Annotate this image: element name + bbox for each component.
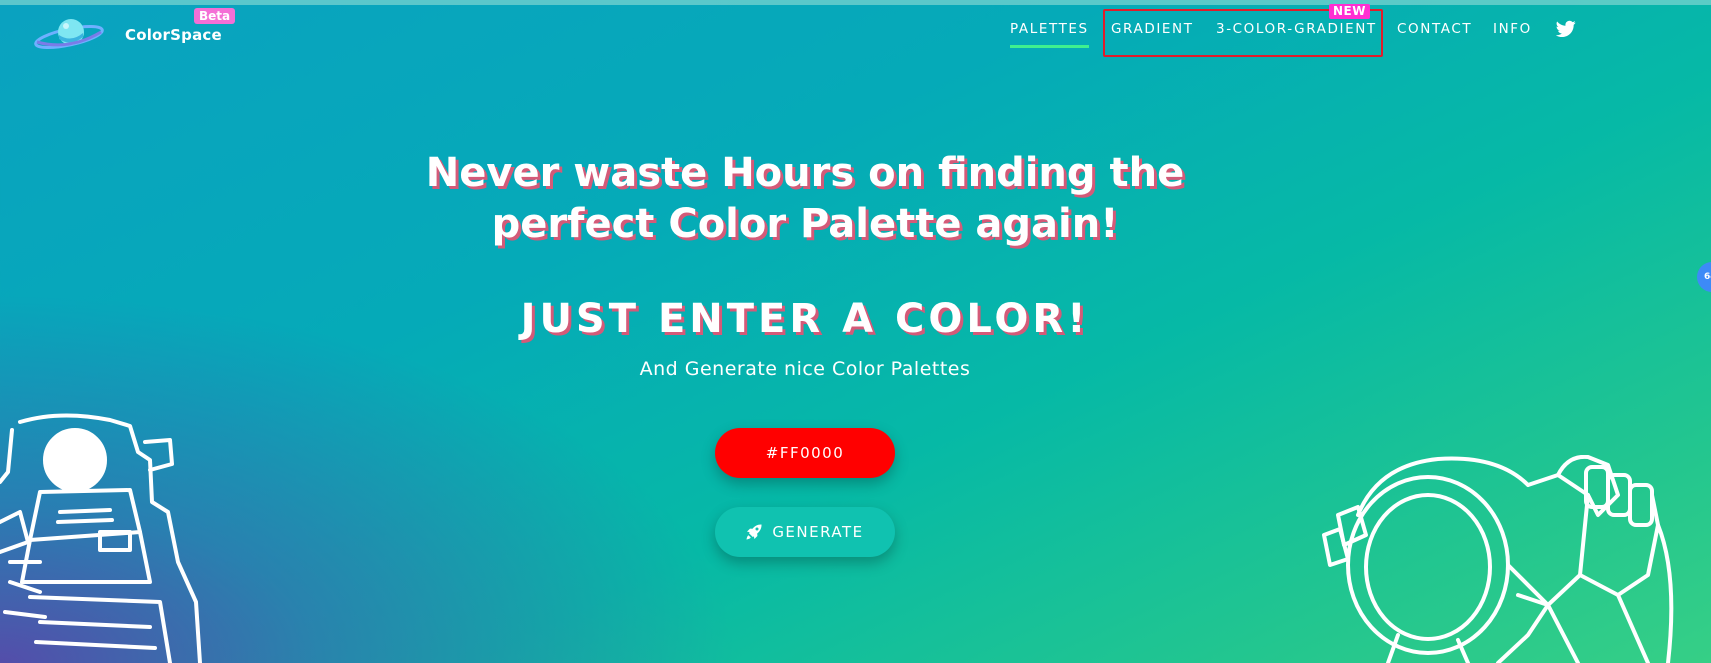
rocket-icon — [746, 524, 762, 540]
color-input[interactable] — [715, 428, 895, 478]
hero-subtitle: JUST ENTER A COLOR! — [520, 296, 1090, 342]
new-badge: NEW — [1329, 4, 1370, 19]
generate-label: GENERATE — [772, 523, 864, 541]
hero-tagline: And Generate nice Color Palettes — [639, 358, 971, 380]
astronaut-left-illustration — [0, 413, 202, 663]
astronaut-right-illustration — [1322, 455, 1674, 663]
brand-name[interactable]: ColorSpace — [125, 26, 222, 44]
brand-logo[interactable] — [33, 15, 105, 55]
generate-button[interactable]: GENERATE — [715, 507, 895, 557]
hero-title: Never waste Hours on finding the perfect… — [350, 148, 1260, 250]
nav-palettes[interactable]: PALETTES — [1010, 21, 1089, 48]
hero-title-line1: Never waste Hours on finding the — [425, 150, 1185, 196]
hero-title-line2: perfect Color Palette again! — [491, 201, 1119, 247]
nav-info[interactable]: INFO — [1493, 21, 1532, 45]
beta-badge: Beta — [194, 8, 236, 24]
side-widget-bubble[interactable]: 64 — [1697, 262, 1711, 292]
twitter-icon[interactable] — [1555, 20, 1576, 38]
planet-icon — [34, 19, 104, 50]
top-strip — [0, 0, 1711, 5]
nav-contact[interactable]: CONTACT — [1397, 21, 1472, 45]
